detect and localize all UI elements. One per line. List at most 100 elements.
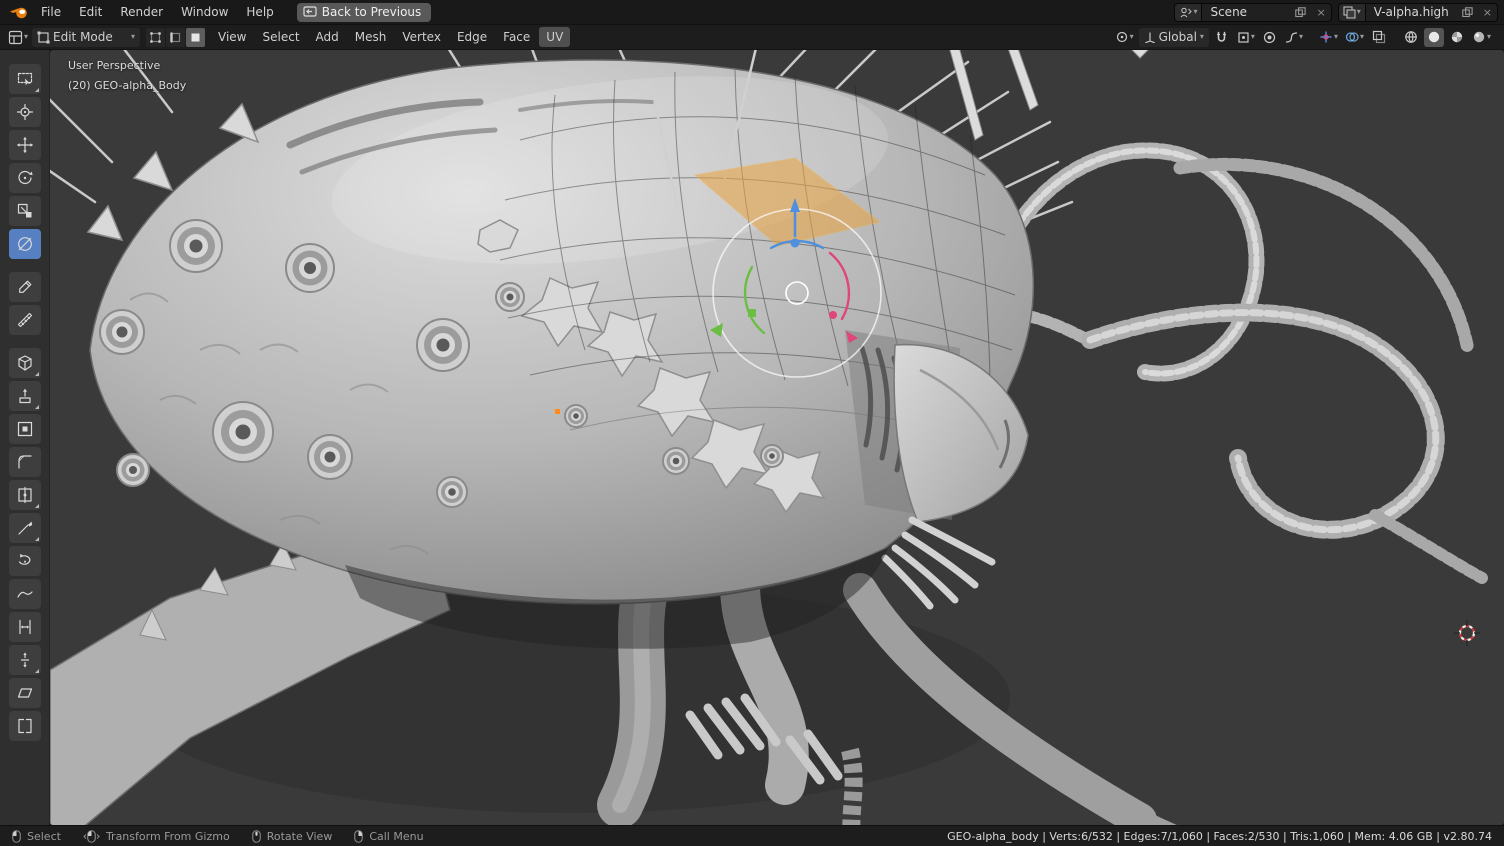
tool-shelf (0, 50, 50, 825)
menu-add[interactable]: Add (309, 27, 346, 47)
view-name-label: User Perspective (68, 56, 186, 76)
falloff-curve-icon (1285, 31, 1298, 44)
menu-edit[interactable]: Edit (70, 2, 111, 22)
display-controls-group: ▾ ▾ (1317, 28, 1389, 47)
back-to-previous-label: Back to Previous (322, 5, 422, 19)
tool-select-box[interactable] (9, 64, 41, 94)
snap-settings-button[interactable]: ▾ (1235, 28, 1257, 47)
keymap-hint-call-menu: Call Menu (354, 830, 423, 843)
tool-knife[interactable] (9, 513, 41, 543)
tool-annotate[interactable] (9, 272, 41, 302)
tool-inset-faces[interactable] (9, 414, 41, 444)
pivot-point-button[interactable]: ▾ (1113, 28, 1136, 47)
tool-smooth[interactable] (9, 579, 41, 609)
face-select-icon (189, 31, 202, 44)
snap-toggle-button[interactable] (1212, 28, 1232, 47)
tool-shear[interactable] (9, 678, 41, 708)
menu-help[interactable]: Help (237, 2, 282, 22)
tool-bevel[interactable] (9, 447, 41, 477)
menu-view[interactable]: View (211, 27, 253, 47)
proportional-falloff-button[interactable]: ▾ (1283, 28, 1305, 47)
show-overlays-button[interactable]: ▾ (1343, 28, 1366, 47)
orientation-label: Global (1159, 30, 1197, 44)
tool-loop-cut[interactable] (9, 480, 41, 510)
view-layer-name[interactable]: V-alpha.high (1366, 5, 1457, 19)
tool-move[interactable] (9, 130, 41, 160)
viewport-3d[interactable]: User Perspective (20) GEO-alpha_Body (50, 50, 1504, 825)
tool-add-cube[interactable] (9, 348, 41, 378)
tool-transform[interactable] (9, 229, 41, 259)
mouse-left-drag-icon (83, 830, 100, 843)
viewport-header: ▾ Edit Mode ▾ V (0, 25, 1504, 50)
menu-select[interactable]: Select (256, 27, 307, 47)
shading-wireframe-button[interactable] (1401, 28, 1421, 47)
back-to-previous-button[interactable]: Back to Previous (297, 3, 432, 22)
view-layer-selector: ▾ V-alpha.high × (1338, 3, 1498, 22)
chevron-down-icon: ▾ (1193, 8, 1197, 16)
editor-type-button[interactable]: ▾ (6, 28, 30, 47)
creature-body[interactable] (88, 50, 1033, 649)
menu-face[interactable]: Face (496, 27, 537, 47)
xray-toggle-button[interactable] (1369, 28, 1389, 47)
menu-render[interactable]: Render (111, 2, 172, 22)
tool-measure[interactable] (9, 305, 41, 335)
view-layer-remove-button[interactable]: × (1478, 4, 1497, 21)
menu-window[interactable]: Window (172, 2, 237, 22)
shading-material-button[interactable] (1447, 28, 1467, 47)
scene-name[interactable]: Scene (1202, 5, 1290, 19)
gizmo-y-scale-handle[interactable] (748, 309, 756, 317)
show-gizmo-button[interactable]: ▾ (1317, 28, 1340, 47)
workspace-back-icon (303, 6, 317, 17)
tool-cursor[interactable] (9, 97, 41, 127)
scene-icon (1179, 6, 1192, 19)
magnet-icon (1215, 31, 1228, 44)
scene-statistics: GEO-alpha_body | Verts:6/532 | Edges:7/1… (947, 830, 1492, 843)
gizmo-center-handle[interactable] (786, 282, 808, 304)
menu-edge[interactable]: Edge (450, 27, 494, 47)
blender-logo-icon[interactable] (8, 4, 30, 20)
scene-browse-button[interactable]: ▾ (1175, 4, 1202, 21)
duplicate-icon (1462, 7, 1473, 18)
tool-edge-slide[interactable] (9, 612, 41, 642)
chevron-down-icon: ▾ (1360, 33, 1364, 41)
tool-rotate[interactable] (9, 163, 41, 193)
chevron-down-icon: ▾ (1357, 8, 1361, 16)
mouse-right-icon (354, 830, 363, 843)
vertex-select-mode-button[interactable] (146, 28, 165, 47)
tool-shrink-fatten[interactable] (9, 645, 41, 675)
chevron-down-icon: ▾ (1334, 33, 1338, 41)
face-select-mode-button[interactable] (186, 28, 205, 47)
shading-rendered-button[interactable]: ▾ (1470, 28, 1493, 47)
viewport-canvas[interactable] (50, 50, 1504, 825)
transform-controls-group: ▾ Global ▾ ▾ (1113, 28, 1305, 47)
mode-dropdown[interactable]: Edit Mode ▾ (32, 28, 140, 47)
menu-uv[interactable]: UV (539, 27, 570, 47)
menu-vertex[interactable]: Vertex (395, 27, 448, 47)
proportional-editing-button[interactable] (1260, 28, 1280, 47)
tool-extrude-region[interactable] (9, 381, 41, 411)
creature-appendages (978, 150, 1482, 578)
gizmo-icon (1319, 30, 1333, 44)
chevron-down-icon: ▾ (1130, 33, 1134, 41)
edge-select-mode-button[interactable] (166, 28, 185, 47)
wireframe-sphere-icon (1404, 30, 1418, 44)
view-layer-new-button[interactable] (1457, 4, 1478, 21)
chevron-down-icon: ▾ (131, 33, 135, 41)
scene-unlink-button[interactable]: × (1311, 4, 1330, 21)
active-object-label: (20) GEO-alpha_Body (68, 76, 186, 96)
menu-mesh[interactable]: Mesh (348, 27, 394, 47)
selected-vertex[interactable] (555, 409, 560, 414)
hint-label: Transform From Gizmo (106, 830, 230, 843)
tool-spin[interactable] (9, 546, 41, 576)
menu-file[interactable]: File (32, 2, 70, 22)
tool-rip-region[interactable] (9, 711, 41, 741)
orientation-dropdown[interactable]: Global ▾ (1139, 28, 1209, 47)
snap-target-icon (1237, 31, 1250, 44)
shading-solid-button[interactable] (1424, 28, 1444, 47)
gizmo-x-dot-handle[interactable] (829, 311, 837, 319)
view-layer-browse-button[interactable]: ▾ (1339, 4, 1366, 21)
scene-new-button[interactable] (1290, 4, 1311, 21)
overlays-icon (1345, 30, 1359, 44)
tool-scale[interactable] (9, 196, 41, 226)
cursor-3d-icon (1454, 620, 1480, 646)
